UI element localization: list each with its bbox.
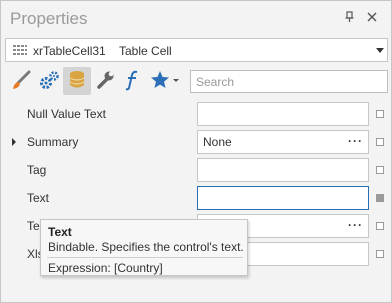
tooltip-title: Text [48, 225, 72, 239]
tooltip-description: Bindable. Specifies the control's text. [48, 240, 244, 254]
property-row[interactable]: Null Value Text [1, 100, 391, 128]
expand-arrow-icon[interactable] [12, 138, 16, 146]
property-label: Text [27, 191, 50, 205]
star-icon [149, 69, 181, 94]
toolbar [1, 66, 391, 96]
property-value-field[interactable] [197, 158, 369, 182]
property-marker[interactable] [376, 194, 384, 202]
ellipsis-button[interactable]: ··· [348, 218, 363, 232]
property-marker[interactable] [376, 138, 384, 146]
tab-appearance[interactable] [7, 67, 35, 95]
brush-icon [10, 69, 32, 94]
chevron-down-icon[interactable] [376, 48, 384, 53]
property-row[interactable]: Text [1, 184, 391, 212]
property-row[interactable]: Tag [1, 156, 391, 184]
table-grid-icon [13, 45, 27, 56]
property-value-field[interactable]: None ··· [197, 130, 369, 154]
tab-favorites[interactable] [147, 67, 183, 95]
property-marker[interactable] [376, 110, 384, 118]
property-tooltip: Text Bindable. Specifies the control's t… [40, 219, 248, 276]
pin-icon[interactable] [344, 11, 356, 23]
tooltip-divider [47, 257, 243, 258]
tab-layout[interactable] [91, 67, 119, 95]
property-value-field[interactable] [197, 102, 369, 126]
text-value-field[interactable] [197, 186, 369, 210]
gears-icon [38, 69, 60, 94]
component-name: xrTableCell31 [33, 44, 106, 58]
close-icon[interactable] [365, 10, 379, 24]
title-bar: Properties [1, 1, 391, 35]
database-icon [67, 69, 87, 94]
search-input[interactable] [190, 70, 388, 93]
panel-title: Properties [10, 9, 88, 28]
component-selector[interactable]: xrTableCell31 Table Cell [5, 38, 388, 62]
properties-panel: Properties xrTableCell31 Table Cell Sear… [0, 0, 392, 303]
property-label: Te [27, 219, 40, 233]
property-marker[interactable] [376, 250, 384, 258]
tab-expressions[interactable] [119, 67, 147, 95]
tab-behavior[interactable] [35, 67, 63, 95]
ellipsis-button[interactable]: ··· [348, 134, 363, 148]
property-value: None [203, 135, 232, 149]
component-type: Table Cell [119, 44, 172, 58]
function-icon [122, 69, 144, 94]
property-label: Summary [27, 135, 79, 149]
property-label: Null Value Text [27, 107, 106, 121]
wrench-icon [94, 69, 116, 94]
property-row[interactable]: Summary None ··· [1, 128, 391, 156]
tooltip-expression: Expression: [Country] [48, 261, 163, 275]
tab-data[interactable] [63, 67, 91, 95]
property-marker[interactable] [376, 222, 384, 230]
property-marker[interactable] [376, 166, 384, 174]
property-label: Tag [27, 163, 47, 177]
